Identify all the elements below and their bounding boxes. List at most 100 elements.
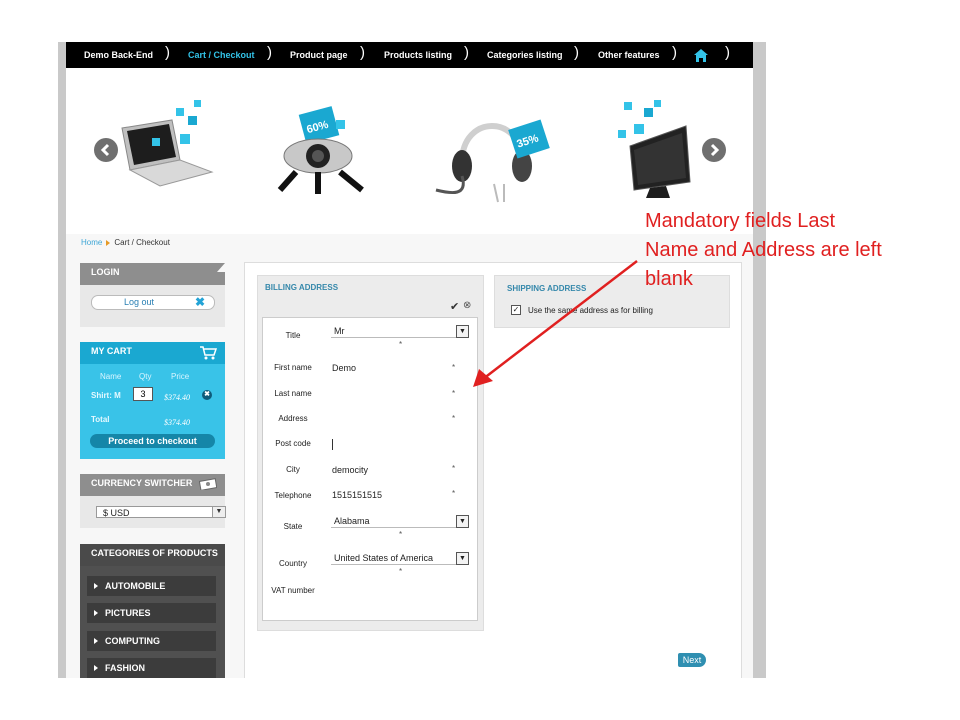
chevron-down-icon: ▼ [212, 507, 225, 517]
nav-product-page[interactable]: Product page [290, 50, 348, 60]
nav-cart-checkout[interactable]: Cart / Checkout [188, 50, 255, 60]
top-navigation: Demo Back-End ) Cart / Checkout ) Produc… [66, 42, 753, 68]
home-icon[interactable] [694, 49, 708, 62]
nav-separator: ) [574, 44, 579, 61]
monitor-product-image[interactable] [616, 98, 696, 202]
money-icon [199, 478, 217, 490]
category-label: PICTURES [105, 608, 151, 618]
state-value: Alabama [334, 516, 370, 526]
city-label: City [286, 465, 300, 474]
nav-other-features[interactable]: Other features [598, 50, 660, 60]
remove-item-icon[interactable]: ✖ [202, 390, 212, 400]
title-label: Title [285, 331, 301, 340]
cart-column-name: Name [100, 372, 122, 381]
country-value: United States of America [334, 553, 434, 563]
currency-body: $ USD ▼ [80, 496, 226, 528]
check-icon[interactable]: ✔ [450, 300, 459, 313]
nav-categories-listing[interactable]: Categories listing [487, 50, 563, 60]
login-header: LOGIN [80, 263, 225, 285]
nav-separator: ) [267, 44, 272, 61]
text-cursor [332, 439, 333, 450]
close-icon[interactable]: ✖ [195, 295, 205, 309]
address-input[interactable] [332, 414, 442, 426]
category-label: AUTOMOBILE [105, 581, 166, 591]
play-arrow-icon [94, 610, 98, 616]
my-cart-box: MY CART Name Qty Price Shirt: M 3 $374.4… [80, 342, 225, 459]
webcam-product-image[interactable]: 60% [266, 106, 381, 198]
category-item-computing[interactable]: COMPUTING [87, 631, 216, 651]
currency-title: CURRENCY SWITCHER [91, 478, 193, 488]
cart-item-name[interactable]: Shirt: M [91, 391, 121, 400]
cart-column-qty: Qty [139, 372, 152, 381]
first-name-label: First name [274, 363, 312, 372]
categories-title: CATEGORIES OF PRODUCTS [91, 548, 218, 558]
billing-form: Title Mr ▼ * First name Demo * Last name… [262, 317, 478, 621]
login-title: LOGIN [91, 267, 120, 277]
required-mark: * [399, 567, 403, 576]
cart-body: Name Qty Price Shirt: M 3 $374.40 ✖ Tota… [80, 364, 225, 459]
breadcrumb-home-link[interactable]: Home [81, 238, 102, 247]
first-name-input[interactable]: Demo [332, 363, 356, 373]
play-arrow-icon [94, 638, 98, 644]
shopping-cart-icon [200, 346, 217, 360]
annotation-arrow-icon [473, 260, 638, 387]
chevron-down-icon: ▼ [456, 515, 469, 528]
nav-separator: ) [725, 44, 730, 61]
required-mark: * [399, 340, 403, 349]
logout-button[interactable]: Log out ✖ [91, 295, 215, 310]
billing-address-title: BILLING ADDRESS [265, 283, 339, 292]
country-select[interactable]: United States of America ▼ [331, 552, 469, 565]
chevron-right-icon[interactable] [702, 138, 726, 162]
category-item-fashion[interactable]: FASHION [87, 658, 216, 678]
nav-separator: ) [360, 44, 365, 61]
proceed-to-checkout-button[interactable]: Proceed to checkout [90, 434, 215, 448]
last-name-input[interactable] [332, 389, 442, 401]
billing-address-panel: BILLING ADDRESS ✔ ⊗ Title Mr ▼ * First n… [257, 275, 484, 631]
next-button[interactable]: Next [678, 653, 706, 667]
nav-separator: ) [165, 44, 170, 61]
title-value: Mr [334, 326, 345, 336]
cart-item-qty-input[interactable]: 3 [133, 387, 153, 401]
breadcrumb: Home Cart / Checkout [81, 238, 170, 247]
state-select[interactable]: Alabama ▼ [331, 515, 469, 528]
vat-number-input[interactable] [332, 590, 442, 602]
post-code-input[interactable] [332, 439, 442, 451]
city-input[interactable]: democity [332, 465, 368, 475]
nav-separator: ) [672, 44, 677, 61]
login-box: LOGIN Log out ✖ [80, 263, 225, 327]
category-item-pictures[interactable]: PICTURES [87, 603, 216, 623]
annotation-note: Mandatory fields Last Name and Address a… [645, 210, 882, 290]
cart-title: MY CART [91, 346, 132, 356]
categories-header: CATEGORIES OF PRODUCTS [80, 544, 225, 566]
cart-column-price: Price [171, 372, 190, 381]
play-arrow-icon [94, 665, 98, 671]
breadcrumb-current: Cart / Checkout [114, 238, 170, 247]
required-mark: * [452, 464, 456, 473]
last-name-label: Last name [274, 389, 312, 398]
nav-demo-back-end[interactable]: Demo Back-End [84, 50, 153, 60]
logout-label: Log out [124, 297, 155, 307]
laptop-product-image[interactable] [114, 98, 219, 198]
telephone-input[interactable]: 1515151515 [332, 490, 382, 500]
post-code-label: Post code [275, 439, 311, 448]
currency-selected-value: $ USD [103, 508, 130, 518]
nav-products-listing[interactable]: Products listing [384, 50, 452, 60]
currency-select[interactable]: $ USD ▼ [96, 506, 226, 518]
telephone-label: Telephone [274, 491, 312, 500]
cart-total-label: Total [91, 415, 110, 424]
category-label: FASHION [105, 663, 146, 673]
required-mark: * [452, 414, 456, 423]
address-label: Address [278, 414, 308, 423]
cart-header: MY CART [80, 342, 225, 364]
categories-body: AUTOMOBILE PICTURES COMPUTING FASHION [80, 566, 225, 678]
required-mark: * [452, 389, 456, 398]
title-select[interactable]: Mr ▼ [331, 325, 469, 338]
required-mark: * [399, 530, 403, 539]
play-arrow-icon [94, 583, 98, 589]
required-mark: * [452, 363, 456, 372]
nav-separator: ) [464, 44, 469, 61]
shop-page: Demo Back-End ) Cart / Checkout ) Produc… [66, 42, 753, 678]
breadcrumb-arrow-icon [106, 239, 111, 246]
category-item-automobile[interactable]: AUTOMOBILE [87, 576, 216, 596]
headset-product-image[interactable]: 35% [432, 104, 557, 204]
